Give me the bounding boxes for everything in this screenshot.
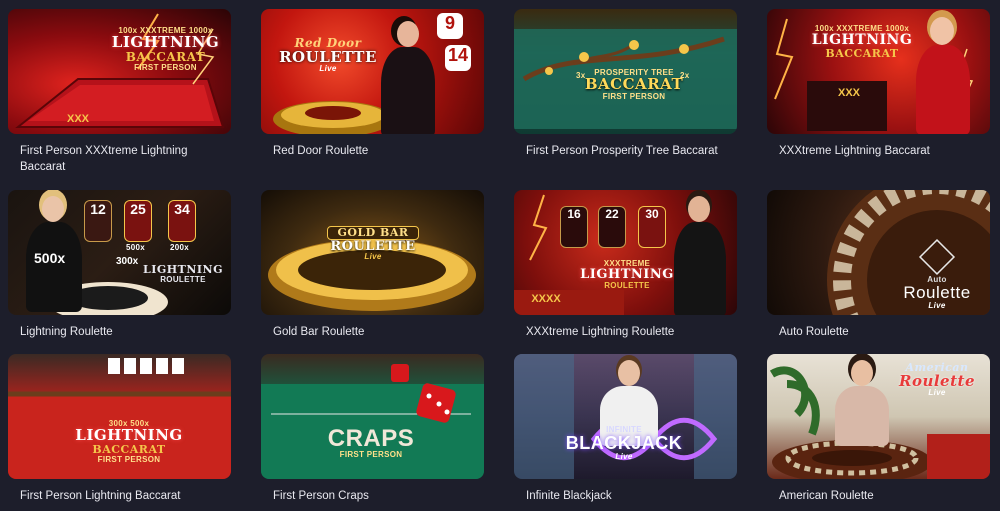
game-card-xxxtreme-lightning-baccarat[interactable]: 100x XXXTREME 1000x LIGHTNING BACCARAT X…: [767, 9, 990, 159]
game-logo: INFINITE BLACKJACK Live: [565, 425, 683, 462]
number-card: 9: [437, 13, 463, 39]
dice-icon: [261, 364, 484, 479]
game-card-red-door-roulette[interactable]: Red Door ROULETTE Live 9 14 Red Door Rou…: [261, 9, 484, 159]
prosperity-tree-thumbnail[interactable]: PROSPERITY TREE BACCARAT FIRST PERSON 3x…: [514, 9, 737, 134]
game-title[interactable]: XXXtreme Lightning Baccarat: [767, 143, 979, 159]
number-card: 30: [638, 206, 666, 248]
game-logo: 100x XXXTREME 1000x LIGHTNING BACCARAT F…: [111, 26, 220, 72]
number-card: 16: [560, 206, 588, 248]
game-card-infinite-blackjack[interactable]: INFINITE BLACKJACK Live Infinite Blackja…: [514, 354, 737, 504]
american-roulette-thumbnail[interactable]: American Roulette Live: [767, 354, 990, 479]
game-logo: PROSPERITY TREE BACCARAT FIRST PERSON: [584, 68, 684, 102]
game-logo: 100x XXXTREME 1000x LIGHTNING BACCARAT: [811, 24, 913, 61]
game-logo: CRAPS FIRST PERSON: [327, 425, 415, 460]
gold-bar-roulette-thumbnail[interactable]: GOLD BAR ROULETTE Live: [261, 190, 484, 315]
game-title[interactable]: First Person XXXtreme Lightning Baccarat: [8, 143, 220, 175]
multiplier-label: 500x: [126, 243, 145, 252]
number-card: 14: [445, 45, 471, 71]
multiplier-label: 200x: [170, 243, 189, 252]
number-card: 34: [168, 200, 196, 242]
xxx-badge: XXX: [837, 87, 860, 99]
game-logo: GOLD BAR ROULETTE Live: [327, 226, 419, 262]
number-card: 12: [84, 200, 112, 242]
auto-roulette-thumbnail[interactable]: Auto Roulette Live: [767, 190, 990, 315]
red-door-roulette-thumbnail[interactable]: Red Door ROULETTE Live 9 14: [261, 9, 484, 134]
lightning-roulette-thumbnail[interactable]: 12 25 34 500x 200x 500x 300x LIGHTNING R…: [8, 190, 231, 315]
game-title[interactable]: First Person Prosperity Tree Baccarat: [514, 143, 726, 159]
xxx-badge: XXXX: [531, 293, 561, 305]
game-logo: Red Door ROULETTE Live: [279, 36, 377, 74]
first-person-lightning-baccarat-thumbnail[interactable]: 300x 500x LIGHTNING BACCARAT FIRST PERSO…: [8, 354, 231, 479]
game-title[interactable]: First Person Craps: [261, 488, 473, 504]
game-card-first-person-lightning-baccarat[interactable]: 300x 500x LIGHTNING BACCARAT FIRST PERSO…: [8, 354, 231, 504]
game-card-auto-roulette[interactable]: Auto Roulette Live Auto Roulette: [767, 190, 990, 340]
xxx-badge: XXX: [66, 113, 89, 125]
game-logo: Auto Roulette Live: [903, 275, 971, 311]
multiplier-label: 3x: [576, 71, 586, 80]
game-card-prosperity-tree-baccarat[interactable]: PROSPERITY TREE BACCARAT FIRST PERSON 3x…: [514, 9, 737, 159]
craps-thumbnail[interactable]: CRAPS FIRST PERSON: [261, 354, 484, 479]
game-title[interactable]: First Person Lightning Baccarat: [8, 488, 220, 504]
game-card-xxxtreme-lightning-roulette[interactable]: 16 22 30 XXXTREME LIGHTNING ROULETTE XXX…: [514, 190, 737, 340]
game-logo: XXXTREME LIGHTNING ROULETTE: [580, 259, 674, 291]
game-card-first-person-xxxtreme-lightning-baccarat[interactable]: 100x XXXTREME 1000x LIGHTNING BACCARAT F…: [8, 9, 231, 175]
game-title[interactable]: Lightning Roulette: [8, 324, 220, 340]
game-title[interactable]: Infinite Blackjack: [514, 488, 726, 504]
game-grid: 100x XXXTREME 1000x LIGHTNING BACCARAT F…: [0, 0, 1000, 511]
game-title[interactable]: Auto Roulette: [767, 324, 979, 340]
multiplier-label: 300x: [116, 256, 139, 267]
xxxtreme-roulette-thumbnail[interactable]: 16 22 30 XXXTREME LIGHTNING ROULETTE XXX…: [514, 190, 737, 315]
multiplier-label: 500x: [34, 250, 66, 266]
game-title[interactable]: American Roulette: [767, 488, 979, 504]
multiplier-label: 2x: [680, 71, 690, 80]
lightning-baccarat-thumbnail[interactable]: 100x XXXTREME 1000x LIGHTNING BACCARAT F…: [8, 9, 231, 134]
game-title[interactable]: XXXtreme Lightning Roulette: [514, 324, 726, 340]
game-logo: LIGHTNING ROULETTE: [142, 263, 223, 284]
game-title[interactable]: Red Door Roulette: [261, 143, 473, 159]
xxxtreme-baccarat-thumbnail[interactable]: 100x XXXTREME 1000x LIGHTNING BACCARAT X…: [767, 9, 990, 134]
game-card-gold-bar-roulette[interactable]: GOLD BAR ROULETTE Live Gold Bar Roulette: [261, 190, 484, 340]
number-card: 25: [124, 200, 152, 242]
game-logo: 300x 500x LIGHTNING BACCARAT FIRST PERSO…: [75, 419, 183, 464]
game-card-american-roulette[interactable]: American Roulette Live American Roulette: [767, 354, 990, 504]
game-card-first-person-craps[interactable]: CRAPS FIRST PERSON First Person Craps: [261, 354, 484, 504]
game-card-lightning-roulette[interactable]: 12 25 34 500x 200x 500x 300x LIGHTNING R…: [8, 190, 231, 340]
game-title[interactable]: Gold Bar Roulette: [261, 324, 473, 340]
infinite-blackjack-thumbnail[interactable]: INFINITE BLACKJACK Live: [514, 354, 737, 479]
game-logo: American Roulette Live: [898, 361, 976, 398]
number-card: 22: [598, 206, 626, 248]
